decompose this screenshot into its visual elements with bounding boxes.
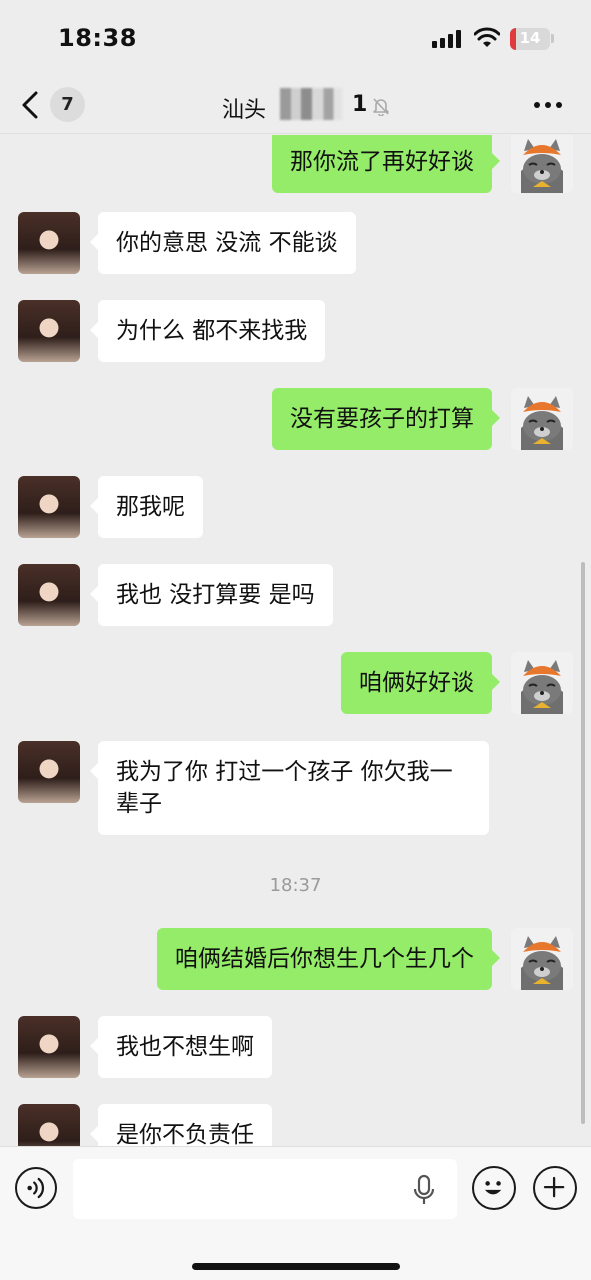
contact-avatar[interactable] xyxy=(18,1104,80,1146)
sent-bubble[interactable]: 咱俩好好谈 xyxy=(341,652,500,714)
sent-bubble[interactable]: 没有要孩子的打算 xyxy=(272,388,500,450)
plus-icon[interactable] xyxy=(533,1166,577,1210)
received-bubble[interactable]: 为什么 都不来找我 xyxy=(89,300,326,362)
received-bubble[interactable]: 我也 没打算要 是吗 xyxy=(90,564,333,626)
my-avatar[interactable] xyxy=(511,652,573,714)
message-list[interactable]: 那你流了再好好谈 你的意思 没流 不能谈 为什么 都不来找我 没有要孩子的打算 … xyxy=(0,135,591,1146)
back-chevron-icon[interactable] xyxy=(18,90,42,120)
my-avatar[interactable] xyxy=(511,135,573,193)
more-icon[interactable] xyxy=(533,100,563,110)
battery-nub xyxy=(551,34,554,43)
chat-title-suffix: 1 xyxy=(352,92,368,117)
contact-avatar[interactable] xyxy=(18,741,80,803)
received-bubble[interactable]: 你的意思 没流 不能谈 xyxy=(90,212,356,274)
home-indicator xyxy=(192,1263,400,1270)
voice-icon[interactable] xyxy=(15,1167,57,1209)
chat-title: 汕头 xyxy=(222,98,267,123)
chat-header: 7 汕头 1 xyxy=(0,78,591,134)
status-bar: 18:38 14 xyxy=(0,0,591,78)
contact-avatar[interactable] xyxy=(18,300,80,362)
message-input[interactable] xyxy=(73,1159,457,1219)
contact-avatar[interactable] xyxy=(18,212,80,274)
signal-icon xyxy=(432,30,461,48)
battery-indicator: 14 xyxy=(510,28,550,50)
received-bubble[interactable]: 那我呢 xyxy=(90,476,203,538)
contact-avatar[interactable] xyxy=(18,564,80,626)
sent-bubble[interactable]: 那你流了再好好谈 xyxy=(272,135,500,193)
battery-level-text: 14 xyxy=(519,29,541,47)
contact-avatar[interactable] xyxy=(18,476,80,538)
wechat-chat-screen: 18:38 14 7 汕头 1 那你流了再好好谈 你的意思 没流 不能谈 为什么… xyxy=(0,0,591,1280)
unread-count-badge[interactable]: 7 xyxy=(50,87,85,122)
redacted-name-blur xyxy=(280,88,342,120)
sent-bubble[interactable]: 咱俩结婚后你想生几个生几个 xyxy=(157,928,500,990)
received-bubble[interactable]: 我也不想生啊 xyxy=(90,1016,272,1078)
received-bubble[interactable]: 是你不负责任 xyxy=(90,1104,272,1146)
timestamp-separator: 18:37 xyxy=(269,875,322,896)
input-bar xyxy=(0,1146,591,1280)
emoji-icon[interactable] xyxy=(472,1166,516,1210)
contact-avatar[interactable] xyxy=(18,1016,80,1078)
mic-icon[interactable] xyxy=(412,1174,436,1206)
mute-bell-icon xyxy=(373,98,389,116)
my-avatar[interactable] xyxy=(511,388,573,450)
status-time: 18:38 xyxy=(58,24,137,52)
received-bubble[interactable]: 我为了你 打过一个孩子 你欠我一辈子 xyxy=(90,741,489,835)
wifi-icon xyxy=(474,27,500,47)
my-avatar[interactable] xyxy=(511,928,573,990)
scrollbar[interactable] xyxy=(581,562,585,1124)
